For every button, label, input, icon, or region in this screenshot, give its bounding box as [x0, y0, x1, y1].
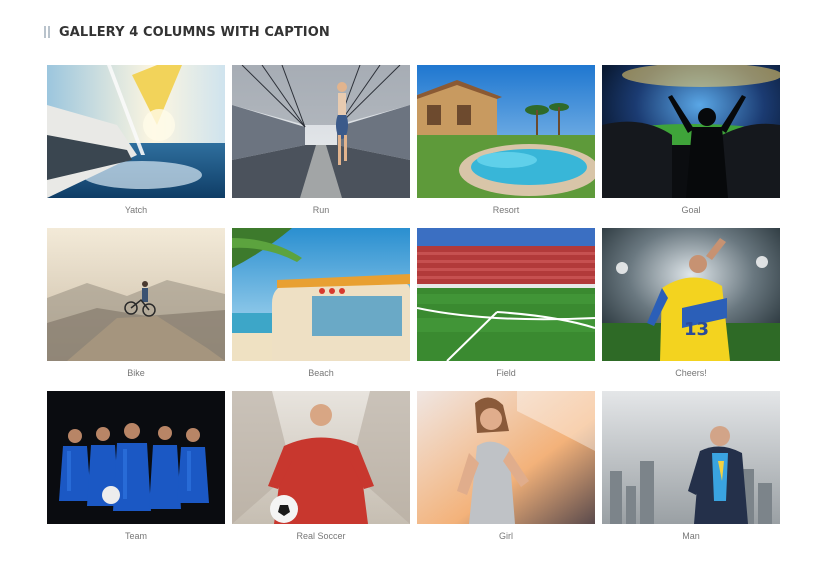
gallery-item-yatch[interactable]: Yatch — [47, 65, 225, 228]
svg-text:13: 13 — [684, 319, 709, 340]
section-title: GALLERY 4 COLUMNS WITH CAPTION — [59, 24, 330, 40]
gallery-item-field[interactable]: Field — [417, 228, 595, 391]
title-accent-bar — [44, 26, 50, 38]
gallery-item-team[interactable]: Team — [47, 391, 225, 554]
gallery-image[interactable]: 13 — [602, 228, 780, 361]
gallery-grid: Yatch Run Resort Goal Bike Beach Field 1… — [47, 65, 780, 554]
gallery-image[interactable] — [417, 391, 595, 524]
gallery-image[interactable] — [232, 228, 410, 361]
gallery-caption: Field — [496, 368, 516, 378]
gallery-image[interactable] — [602, 391, 780, 524]
gallery-caption: Beach — [308, 368, 334, 378]
gallery-item-girl[interactable]: Girl — [417, 391, 595, 554]
gallery-caption: Team — [124, 531, 147, 541]
gallery-caption: Run — [312, 205, 330, 215]
gallery-caption: Real Soccer — [296, 531, 346, 541]
gallery-caption: Cheers! — [675, 368, 707, 378]
gallery-item-beach[interactable]: Beach — [232, 228, 410, 391]
gallery-caption: Bike — [127, 368, 145, 378]
gallery-image[interactable] — [232, 65, 410, 198]
gallery-image[interactable] — [417, 65, 595, 198]
gallery-item-cheers[interactable]: 13 Cheers! — [602, 228, 780, 391]
gallery-item-man[interactable]: Man — [602, 391, 780, 554]
gallery-item-goal[interactable]: Goal — [602, 65, 780, 228]
gallery-image[interactable] — [47, 391, 225, 524]
gallery-image[interactable] — [232, 391, 410, 524]
gallery-image[interactable] — [47, 228, 225, 361]
gallery-caption: Goal — [681, 205, 701, 215]
gallery-caption: Girl — [499, 531, 513, 541]
gallery-item-run[interactable]: Run — [232, 65, 410, 228]
gallery-caption: Man — [682, 531, 700, 541]
section-header: GALLERY 4 COLUMNS WITH CAPTION — [44, 23, 330, 41]
gallery-image[interactable] — [47, 65, 225, 198]
gallery-item-resort[interactable]: Resort — [417, 65, 595, 228]
gallery-caption: Yatch — [124, 205, 148, 215]
gallery-item-real-soccer[interactable]: Real Soccer — [232, 391, 410, 554]
gallery-image[interactable] — [602, 65, 780, 198]
gallery-image[interactable] — [417, 228, 595, 361]
gallery-caption: Resort — [492, 205, 520, 215]
gallery-item-bike[interactable]: Bike — [47, 228, 225, 391]
